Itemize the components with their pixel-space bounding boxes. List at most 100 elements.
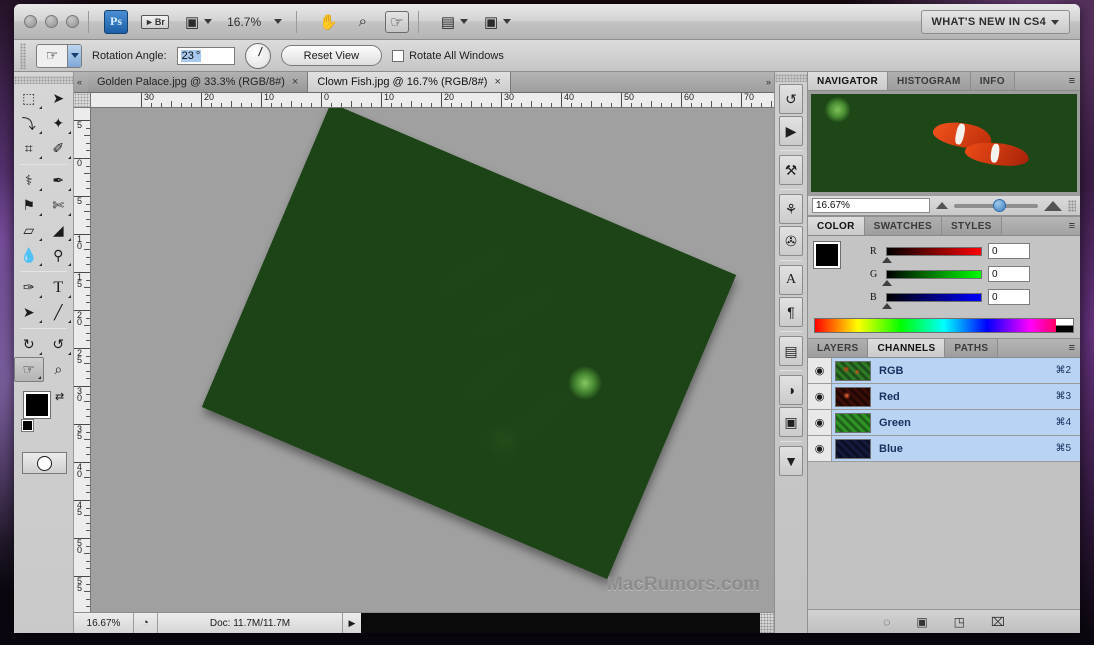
options-bar-grip[interactable] [20, 43, 26, 69]
brush-tool[interactable]: ✒ [44, 168, 74, 193]
tab-info[interactable]: INFO [971, 72, 1015, 90]
rotate-all-windows-row[interactable]: Rotate All Windows [392, 50, 504, 62]
tool-presets-panel-button[interactable]: ⚒ [779, 155, 803, 185]
chevron-down-icon[interactable] [67, 45, 81, 67]
save-selection-as-channel-button[interactable]: ▣ [916, 615, 927, 629]
horizontal-type-tool[interactable]: T [44, 275, 74, 300]
launch-bridge-button[interactable]: ►Br [138, 11, 172, 33]
channel-row-rgb[interactable]: ◉ RGB ⌘2 [808, 358, 1080, 384]
channel-row-red[interactable]: ◉ Red ⌘3 [808, 384, 1080, 410]
load-channel-as-selection-button[interactable]: ◌ [883, 615, 890, 629]
zoom-slider-knob[interactable] [993, 199, 1006, 212]
foreground-color-swatch[interactable] [814, 242, 840, 268]
screen-mode-menu[interactable]: ▤ [438, 11, 471, 33]
workspace-switcher-button[interactable]: WHAT'S NEW IN CS4 [921, 10, 1070, 34]
eraser-tool[interactable]: ▱ [14, 218, 44, 243]
layer-comps-panel-button[interactable]: ▤ [779, 336, 803, 366]
close-button[interactable] [24, 15, 37, 28]
channel-row-green[interactable]: ◉ Green ⌘4 [808, 410, 1080, 436]
green-slider[interactable] [886, 270, 982, 279]
close-icon[interactable]: × [494, 76, 500, 88]
zoom-in-icon[interactable] [1044, 201, 1062, 211]
blue-slider[interactable] [886, 293, 982, 302]
3d-orbit-tool[interactable]: ↺ [44, 332, 74, 357]
quick-mask-mode-button[interactable] [22, 452, 67, 474]
tab-paths[interactable]: PATHS [945, 339, 998, 357]
red-slider[interactable] [886, 247, 982, 256]
channel-visibility-toggle[interactable]: ◉ [808, 436, 832, 461]
path-selection-tool[interactable]: ➤ [14, 300, 44, 325]
create-new-channel-button[interactable]: ◳ [954, 615, 965, 629]
tab-layers[interactable]: LAYERS [808, 339, 868, 357]
tab-scroll-left-icon[interactable]: « [77, 77, 82, 87]
green-value-input[interactable]: 0 [988, 266, 1030, 282]
white-black-swatch[interactable] [1056, 319, 1073, 332]
rotate-view-tool-button[interactable]: ☞ [385, 11, 409, 33]
tab-swatches[interactable]: SWATCHES [865, 217, 942, 235]
document-tab-clown-fish[interactable]: Clown Fish.jpg @ 16.7% (RGB/8#) × [308, 72, 511, 92]
tab-scroll-right-icon[interactable]: » [766, 77, 771, 87]
panel-menu-icon[interactable]: ≡ [1069, 342, 1075, 354]
rotated-document-image[interactable] [202, 108, 736, 579]
blue-slider-knob[interactable] [882, 303, 892, 309]
horizontal-ruler[interactable]: 30201001020304050607080 [91, 93, 774, 108]
rectangular-marquee-tool[interactable]: ⬚ [14, 86, 44, 111]
tab-histogram[interactable]: HISTOGRAM [888, 72, 971, 90]
window-resize-grip[interactable] [760, 613, 774, 633]
arrange-documents-menu[interactable]: ▣ [481, 11, 514, 33]
document-tab-golden-palace[interactable]: Golden Palace.jpg @ 33.3% (RGB/8#) × [88, 72, 308, 92]
zoom-tool[interactable]: ⌕ [44, 357, 74, 382]
minimize-button[interactable] [45, 15, 58, 28]
history-brush-tool[interactable]: ✄ [44, 193, 74, 218]
tab-channels[interactable]: CHANNELS [868, 339, 945, 357]
channel-row-blue[interactable]: ◉ Blue ⌘5 [808, 436, 1080, 462]
line-tool[interactable]: ╱ [44, 300, 74, 325]
navigator-thumbnail[interactable] [808, 91, 1080, 196]
tab-color[interactable]: COLOR [808, 217, 865, 235]
tab-navigator[interactable]: NAVIGATOR [808, 72, 888, 90]
panel-menu-icon[interactable]: ≡ [1069, 75, 1075, 87]
move-tool[interactable]: ➤ [44, 86, 74, 111]
swap-colors-icon[interactable]: ⇄ [55, 390, 64, 403]
tool-preset-picker[interactable]: ☞ [36, 44, 82, 68]
green-slider-knob[interactable] [882, 280, 892, 286]
view-extras-menu[interactable]: ▣ [182, 11, 215, 33]
red-slider-knob[interactable] [882, 257, 892, 263]
foreground-color-swatch[interactable] [24, 392, 50, 418]
brushes-panel-button[interactable]: ⚘ [779, 194, 803, 224]
blue-value-input[interactable]: 0 [988, 289, 1030, 305]
channel-visibility-toggle[interactable]: ◉ [808, 358, 832, 383]
zoom-level-menu[interactable] [263, 11, 287, 33]
maximize-button[interactable] [66, 15, 79, 28]
pen-tool[interactable]: ✑ [14, 275, 44, 300]
navigator-zoom-slider[interactable] [954, 204, 1038, 208]
panel-menu-icon[interactable]: ≡ [1069, 220, 1075, 232]
status-menu-arrow-icon[interactable]: ▶ [343, 613, 361, 633]
clone-source-panel-button[interactable]: ✇ [779, 226, 803, 256]
channel-visibility-toggle[interactable]: ◉ [808, 384, 832, 409]
channel-visibility-toggle[interactable]: ◉ [808, 410, 832, 435]
navigator-zoom-input[interactable]: 16.67% [812, 198, 930, 213]
rotation-angle-input[interactable]: 23° [177, 47, 235, 65]
rotate-all-windows-checkbox[interactable] [392, 50, 404, 62]
navigator-resize-grip[interactable] [1068, 200, 1076, 212]
dodge-tool[interactable]: ⚲ [44, 243, 74, 268]
blur-tool[interactable]: 💧 [14, 243, 44, 268]
toolbox-grip[interactable] [14, 76, 73, 84]
canvas-viewport[interactable]: MacRumors.com [91, 108, 774, 612]
tab-styles[interactable]: STYLES [942, 217, 1002, 235]
eyedropper-tool[interactable]: ✐ [44, 136, 74, 161]
document-proxy-icon[interactable]: ◔ [134, 613, 158, 633]
default-colors-icon[interactable] [22, 420, 33, 431]
ruler-origin-corner[interactable] [74, 93, 91, 108]
hand-tool-button[interactable]: ✋ [316, 11, 341, 33]
color-spectrum-ramp[interactable] [814, 318, 1074, 333]
rotation-angle-dial[interactable] [245, 43, 271, 69]
3d-rotate-tool[interactable]: ↻ [14, 332, 44, 357]
paragraph-panel-button[interactable]: ¶ [779, 297, 803, 327]
red-value-input[interactable]: 0 [988, 243, 1030, 259]
zoom-tool-button[interactable]: ⌕ [351, 11, 375, 33]
delete-channel-button[interactable]: ⌧ [991, 615, 1005, 629]
adjustments-panel-button[interactable]: ◑ [779, 375, 803, 405]
character-panel-button[interactable]: A [779, 265, 803, 295]
